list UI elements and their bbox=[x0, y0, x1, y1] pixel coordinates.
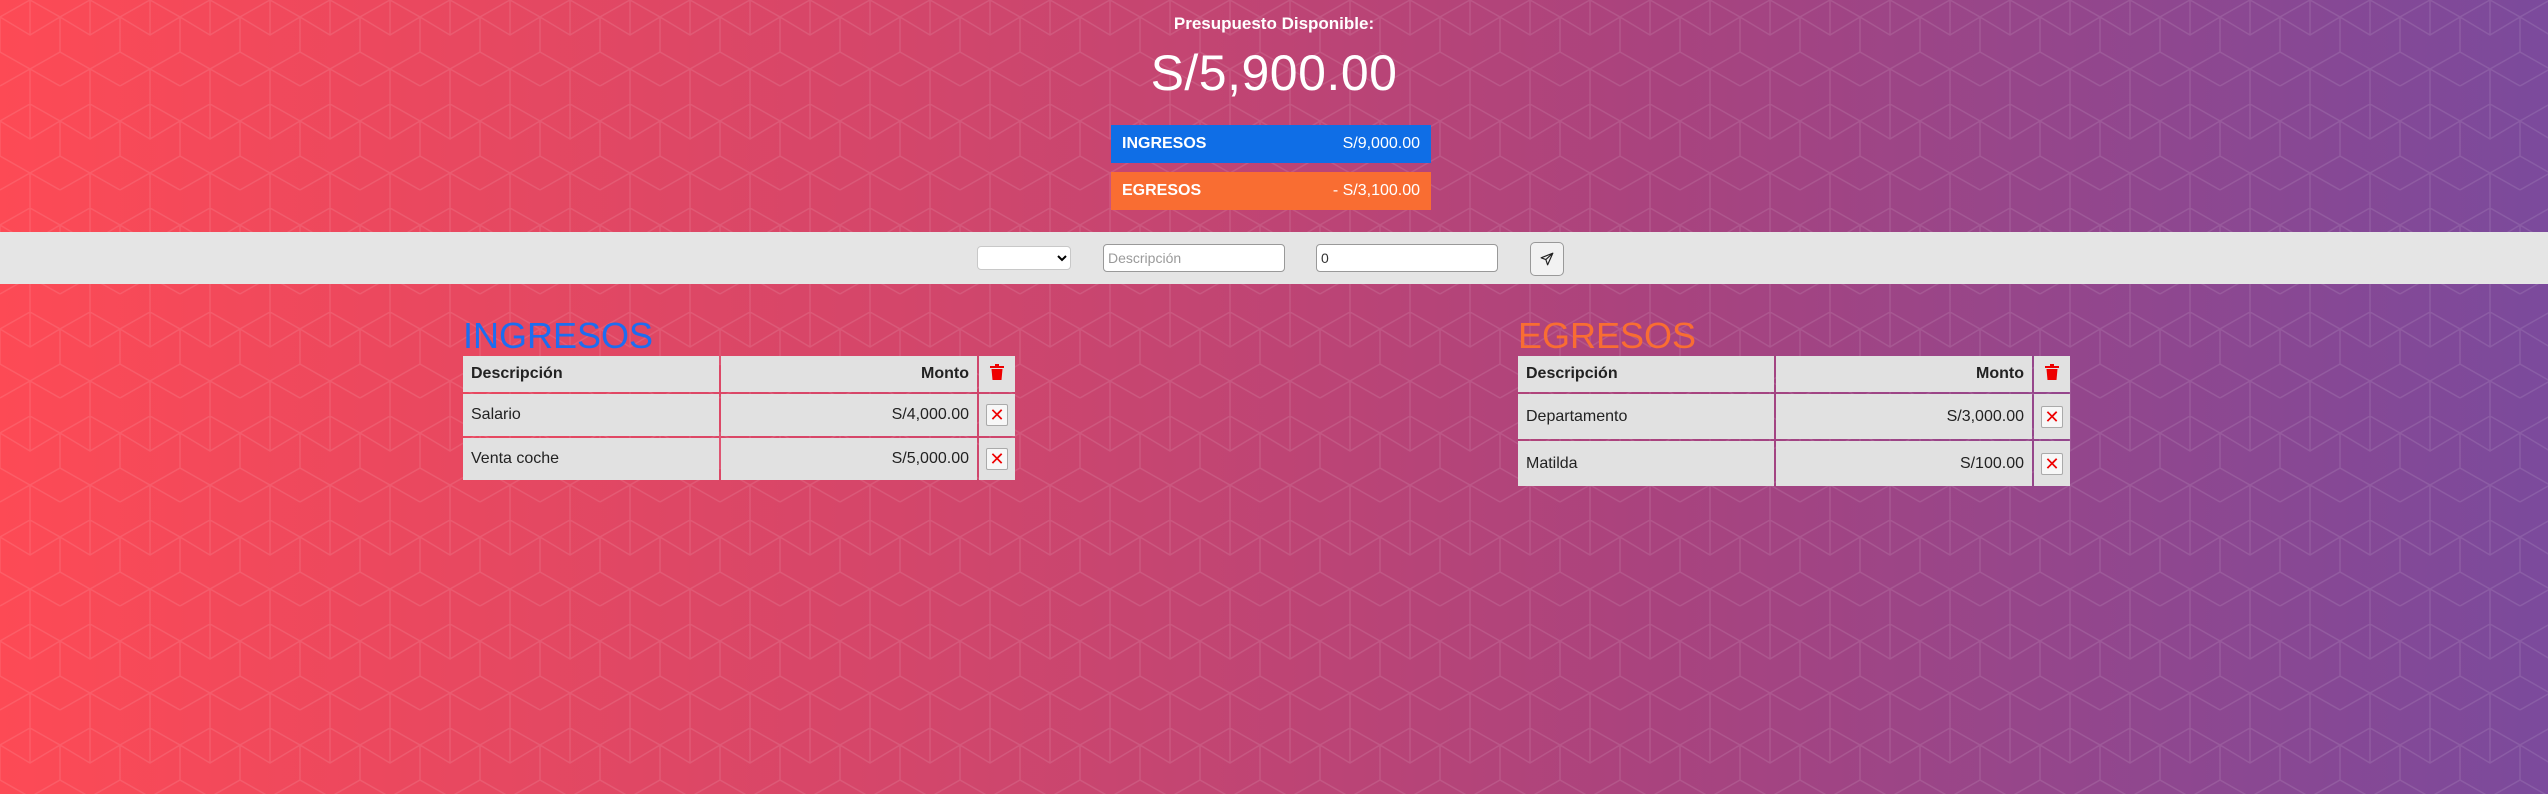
delete-all-expense-button[interactable] bbox=[2034, 356, 2070, 392]
description-input[interactable] bbox=[1103, 244, 1285, 272]
submit-button[interactable] bbox=[1530, 242, 1564, 276]
income-table: Descripción Monto Salario S/4,000.00 ✕ V… bbox=[461, 354, 1017, 482]
budget-title: Presupuesto Disponible: bbox=[1173, 14, 1375, 33]
budget-total: S/5,900.00 bbox=[1150, 45, 1398, 101]
close-icon[interactable]: ✕ bbox=[2041, 452, 2063, 475]
income-summary-label: INGRESOS bbox=[1122, 135, 1207, 152]
entry-form bbox=[0, 232, 2548, 284]
close-icon[interactable]: ✕ bbox=[986, 448, 1008, 470]
paper-plane-icon bbox=[1540, 252, 1554, 266]
row-amount: S/3,000.00 bbox=[1776, 394, 2032, 439]
row-description: Venta coche bbox=[463, 438, 719, 480]
row-description: Salario bbox=[463, 394, 719, 436]
close-icon[interactable]: ✕ bbox=[2041, 405, 2063, 428]
expense-table: Descripción Monto Departamento S/3,000.0… bbox=[1516, 354, 2072, 488]
row-amount: S/4,000.00 bbox=[721, 394, 977, 436]
expense-title: EGRESOS bbox=[1518, 315, 1697, 356]
table-row: Matilda S/100.00 ✕ bbox=[1518, 441, 2070, 486]
row-description: Matilda bbox=[1518, 441, 1774, 486]
column-header-amount: Monto bbox=[1776, 356, 2032, 392]
table-header-row: Descripción Monto bbox=[1518, 356, 2070, 392]
income-summary-value: S/9,000.00 bbox=[1342, 135, 1420, 152]
table-row: Departamento S/3,000.00 ✕ bbox=[1518, 394, 2070, 439]
close-icon[interactable]: ✕ bbox=[986, 404, 1008, 426]
type-select[interactable] bbox=[977, 246, 1071, 270]
column-header-description: Descripción bbox=[1518, 356, 1774, 392]
expense-summary: EGRESOS - S/3,100.00 bbox=[1111, 172, 1431, 210]
expense-summary-value: - S/3,100.00 bbox=[1332, 182, 1420, 199]
row-amount: S/5,000.00 bbox=[721, 438, 977, 480]
delete-all-income-button[interactable] bbox=[979, 356, 1015, 392]
expense-summary-label: EGRESOS bbox=[1122, 182, 1202, 199]
expense-section: EGRESOS Descripción Monto Departamento S… bbox=[1518, 314, 2072, 488]
income-title: INGRESOS bbox=[463, 315, 654, 356]
budget-header: Presupuesto Disponible: S/5,900.00 INGRE… bbox=[0, 0, 2548, 232]
row-description: Departamento bbox=[1518, 394, 1774, 439]
column-header-amount: Monto bbox=[721, 356, 977, 392]
income-section: INGRESOS Descripción Monto Salario S/4,0… bbox=[463, 314, 1017, 482]
column-header-description: Descripción bbox=[463, 356, 719, 392]
trash-icon bbox=[2045, 363, 2059, 380]
income-summary: INGRESOS S/9,000.00 bbox=[1111, 125, 1431, 163]
table-header-row: Descripción Monto bbox=[463, 356, 1015, 392]
amount-input[interactable] bbox=[1316, 244, 1498, 272]
trash-icon bbox=[990, 363, 1004, 380]
row-amount: S/100.00 bbox=[1776, 441, 2032, 486]
table-row: Salario S/4,000.00 ✕ bbox=[463, 394, 1015, 436]
table-row: Venta coche S/5,000.00 ✕ bbox=[463, 438, 1015, 480]
